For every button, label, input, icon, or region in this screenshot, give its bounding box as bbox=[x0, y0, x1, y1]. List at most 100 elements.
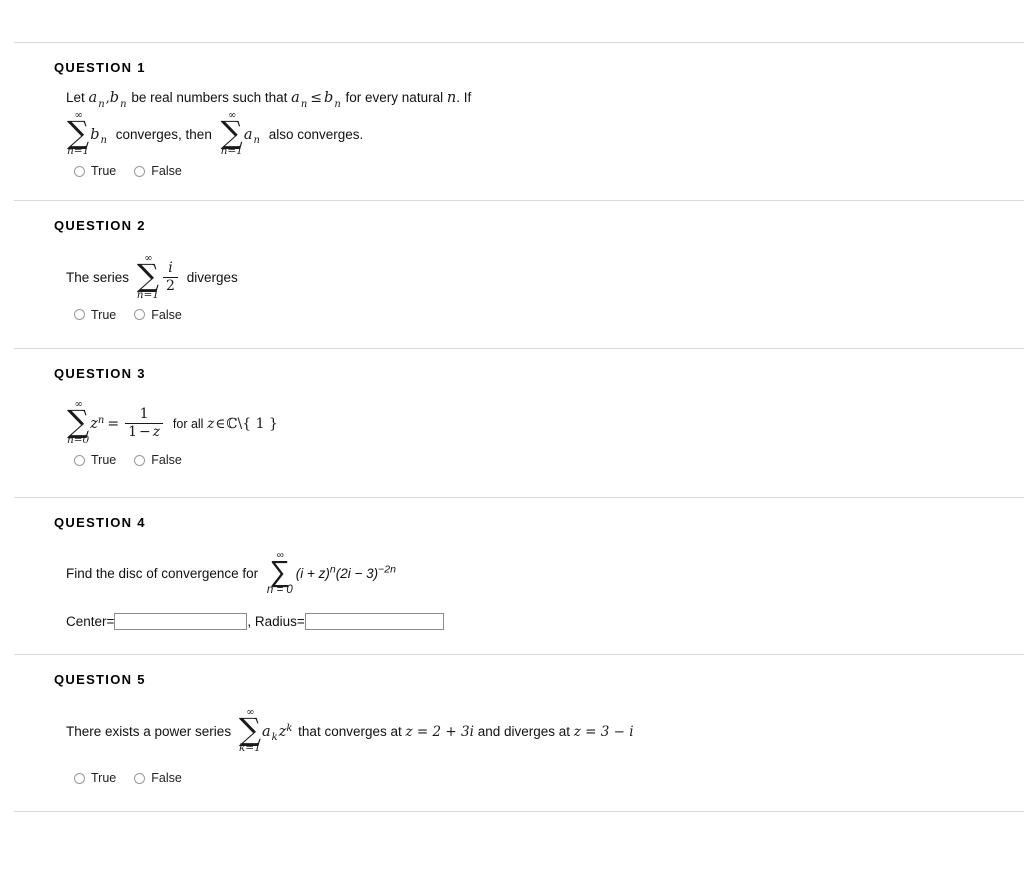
question-4-input-row: Center= , Radius= bbox=[66, 612, 1024, 630]
q3-membership-exclusion: \{ 1 } bbox=[237, 415, 278, 432]
sigma-icon: ∑ bbox=[136, 258, 159, 295]
radio-icon[interactable] bbox=[74, 165, 85, 177]
question-4-body: Find the disc of convergence for ∞ ∑ n =… bbox=[54, 530, 1024, 630]
question-4-statement: Find the disc of convergence for ∞ ∑ n =… bbox=[66, 551, 1024, 597]
question-2-body: The series ∞ ∑ n=1 i 2 diverges True Fal… bbox=[54, 233, 1024, 322]
question-2-heading: QUESTION 2 bbox=[54, 218, 146, 234]
q4-center-label: Center= bbox=[66, 613, 115, 629]
question-2-statement: The series ∞ ∑ n=1 i 2 diverges bbox=[66, 254, 1024, 301]
radio-icon[interactable] bbox=[74, 454, 85, 466]
question-block-4: QUESTION 4 Find the disc of convergence … bbox=[0, 498, 1024, 654]
q1-sum-term-b-sub: n bbox=[100, 135, 107, 147]
q1-sum-term-a-sub: n bbox=[253, 135, 260, 147]
q3-option-true[interactable]: True bbox=[74, 453, 116, 467]
q5-coefficient: a bbox=[261, 723, 271, 740]
q3-membership-op: ∈ bbox=[215, 415, 226, 432]
q1-text-for-every: for every natural bbox=[345, 90, 444, 105]
question-3-answers: True False bbox=[74, 453, 1024, 467]
question-5-statement: There exists a power series ∞ ∑ k=1 akzk… bbox=[66, 707, 1024, 755]
q3-option-false[interactable]: False bbox=[134, 453, 182, 467]
q4-expression-exponent-2: −2n bbox=[378, 563, 396, 576]
sigma-icon: ∑ bbox=[67, 115, 90, 151]
q2-summation: ∞ ∑ n=1 bbox=[137, 254, 159, 300]
q1-text-if: . If bbox=[456, 90, 472, 105]
sigma-icon: ∑ bbox=[238, 711, 261, 748]
q4-sum-lower-limit: n = 0 bbox=[266, 583, 293, 596]
q5-option-true-label: True bbox=[91, 771, 117, 786]
question-block-5: QUESTION 5 There exists a power series ∞… bbox=[0, 655, 1024, 811]
radio-icon[interactable] bbox=[134, 772, 146, 784]
q1-sum-term-a: a bbox=[243, 126, 253, 143]
sigma-icon: ∑ bbox=[67, 403, 90, 440]
q4-summation: ∞ ∑ n = 0 bbox=[267, 551, 293, 596]
q3-membership-set: ℂ bbox=[226, 415, 238, 432]
q1-sum-lower-limit-a: n=1 bbox=[220, 145, 243, 158]
radio-icon[interactable] bbox=[74, 309, 85, 321]
question-5-answers: True False bbox=[74, 771, 1024, 785]
q3-text-for-all: for all bbox=[172, 416, 204, 431]
q1-relation-leq: ≤ bbox=[310, 90, 323, 106]
q2-option-true[interactable]: True bbox=[74, 308, 116, 322]
q1-sum-lower-limit-b: n=1 bbox=[67, 145, 90, 158]
question-5-heading: QUESTION 5 bbox=[54, 671, 146, 687]
q3-fraction-denominator: 1− z bbox=[125, 424, 163, 440]
q5-text-diverges-at: and diverges at bbox=[477, 723, 570, 739]
q1-text-converges-then: converges, then bbox=[115, 126, 212, 142]
q4-radius-label: , Radius= bbox=[247, 613, 305, 629]
q5-option-false[interactable]: False bbox=[134, 771, 182, 785]
q1-sub-n-a: n bbox=[98, 98, 105, 110]
section-divider bbox=[14, 811, 1024, 813]
radio-icon[interactable] bbox=[134, 454, 146, 466]
q1-sub-n-b2: n bbox=[334, 98, 341, 110]
question-2-answers: True False bbox=[74, 308, 1024, 322]
q2-sum-lower-limit: n=1 bbox=[136, 288, 160, 301]
q3-den-one: 1 bbox=[128, 423, 137, 440]
radius-input[interactable] bbox=[304, 612, 444, 630]
q5-summation: ∞ ∑ k=1 bbox=[238, 707, 261, 754]
center-input[interactable] bbox=[114, 612, 248, 630]
q5-text-there-exists: There exists a power series bbox=[66, 723, 232, 739]
q3-equals: = bbox=[107, 415, 120, 432]
question-5-body: There exists a power series ∞ ∑ k=1 akzk… bbox=[54, 687, 1024, 785]
question-block-1: QUESTION 1 Let an,bn be real numbers suc… bbox=[0, 43, 1024, 200]
q2-fraction-denominator: 2 bbox=[166, 278, 175, 295]
q5-coefficient-subscript: k bbox=[271, 732, 278, 744]
sigma-icon: ∑ bbox=[269, 556, 291, 589]
q1-text-be-real: be real numbers such that bbox=[131, 90, 288, 105]
q5-option-false-label: False bbox=[151, 771, 182, 786]
q3-fraction: 1 1− z bbox=[125, 407, 164, 440]
q1-option-false[interactable]: False bbox=[134, 164, 182, 178]
q5-option-true[interactable]: True bbox=[74, 771, 116, 785]
question-block-2: QUESTION 2 The series ∞ ∑ n=1 i 2 diverg… bbox=[0, 201, 1024, 347]
q1-var-a: a bbox=[88, 90, 98, 106]
question-3-body: ∞ ∑ n=0 zn = 1 1− z for all z∈ℂ\{ 1 } True bbox=[54, 381, 1024, 467]
question-1-heading: QUESTION 1 bbox=[54, 60, 146, 75]
q2-text-the-series: The series bbox=[66, 270, 130, 286]
q1-sub-n-a2: n bbox=[300, 98, 308, 110]
q1-summation-a: ∞ ∑ n=1 bbox=[221, 111, 243, 157]
q1-var-a2: a bbox=[291, 90, 300, 106]
q3-den-z: z bbox=[152, 423, 161, 440]
q2-fraction-numerator: i bbox=[168, 260, 173, 277]
q2-option-false[interactable]: False bbox=[134, 308, 182, 322]
q4-expression-base-1: (i + z) bbox=[295, 566, 330, 582]
radio-icon[interactable] bbox=[134, 309, 146, 321]
quiz-page: QUESTION 1 Let an,bn be real numbers suc… bbox=[0, 42, 1024, 870]
q1-text-also-converges: also converges. bbox=[268, 126, 364, 142]
question-block-3: QUESTION 3 ∞ ∑ n=0 zn = 1 1− z for all z∈ℂ… bbox=[0, 349, 1024, 497]
q1-option-true[interactable]: True bbox=[74, 164, 116, 178]
question-1-answers: True False bbox=[74, 164, 1024, 178]
question-1-statement-line-1: Let an,bn be real numbers such that an ≤ b… bbox=[66, 90, 1024, 110]
sigma-icon: ∑ bbox=[220, 115, 243, 151]
question-1-statement-line-2: ∞ ∑ n=1 bn converges, then ∞ ∑ n=1 an al… bbox=[66, 111, 1024, 158]
q3-summation: ∞ ∑ n=0 bbox=[67, 399, 90, 447]
radio-icon[interactable] bbox=[74, 772, 85, 784]
q1-option-false-label: False bbox=[151, 164, 182, 179]
radio-icon[interactable] bbox=[134, 165, 146, 177]
q5-point-1: z = 2 + 3i bbox=[405, 723, 474, 740]
q3-sum-lower-limit: n=0 bbox=[67, 434, 90, 447]
q1-text-let: Let bbox=[66, 90, 85, 105]
q4-text-find-disc: Find the disc of convergence for bbox=[66, 566, 259, 582]
q3-option-false-label: False bbox=[151, 453, 182, 468]
q2-option-true-label: True bbox=[91, 307, 117, 322]
